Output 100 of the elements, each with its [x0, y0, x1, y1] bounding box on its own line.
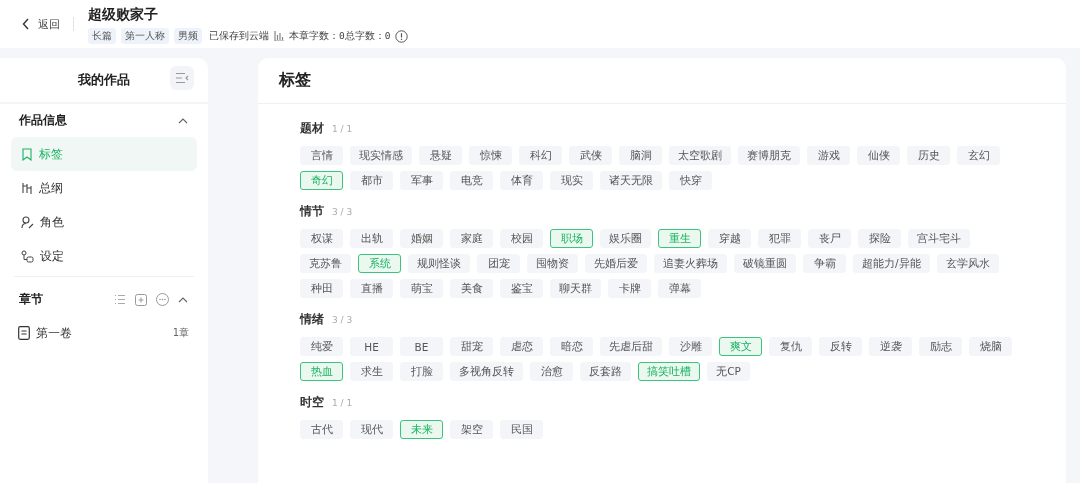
- tag-option[interactable]: BE: [400, 337, 443, 356]
- more-icon[interactable]: [156, 293, 169, 306]
- tag-option[interactable]: 言情: [300, 146, 343, 165]
- tag-option[interactable]: 脑洞: [619, 146, 662, 165]
- tag-option[interactable]: 鉴宝: [500, 279, 543, 298]
- word-count: 本章字数：0总字数：0: [289, 29, 391, 43]
- category-title: 时空: [300, 394, 324, 411]
- tag-option[interactable]: 民国: [500, 420, 543, 439]
- tag-option[interactable]: 穿越: [708, 229, 751, 248]
- genre-chip: 男频: [174, 28, 202, 44]
- chevron-up-icon[interactable]: [178, 117, 188, 124]
- selection-count: 3 / 3: [332, 315, 353, 325]
- tag-option[interactable]: HE: [350, 337, 393, 356]
- tag-option[interactable]: 规则怪谈: [408, 254, 470, 273]
- section-title: 作品信息: [19, 112, 67, 129]
- tag-option[interactable]: 现实情感: [350, 146, 412, 165]
- add-icon[interactable]: [135, 293, 147, 306]
- category-title: 情绪: [300, 311, 324, 328]
- tag-option[interactable]: 复仇: [769, 337, 812, 356]
- tag-option[interactable]: 反转: [819, 337, 862, 356]
- tag-option[interactable]: 游戏: [807, 146, 850, 165]
- selection-count: 3 / 3: [332, 207, 353, 217]
- tag-option[interactable]: 校园: [500, 229, 543, 248]
- selection-count: 1 / 1: [332, 124, 353, 134]
- tag-option[interactable]: 娱乐圈: [600, 229, 651, 248]
- tag-option[interactable]: 惊悚: [469, 146, 512, 165]
- tag-option[interactable]: 克苏鲁: [300, 254, 351, 273]
- tag-option[interactable]: 求生: [350, 362, 393, 381]
- collapse-icon: [175, 72, 189, 84]
- tag-option[interactable]: 囤物资: [527, 254, 578, 273]
- bar-chart-icon: [274, 31, 284, 41]
- tag-option[interactable]: 无CP: [707, 362, 750, 381]
- tag-option[interactable]: 励志: [919, 337, 962, 356]
- tag-option[interactable]: 虐恋: [500, 337, 543, 356]
- tag-option[interactable]: 破镜重圆: [734, 254, 796, 273]
- tag-option[interactable]: 沙雕: [669, 337, 712, 356]
- tag-option[interactable]: 历史: [907, 146, 950, 165]
- tag-option[interactable]: 太空歌剧: [669, 146, 731, 165]
- nodes-icon: [21, 249, 34, 263]
- tag-option[interactable]: 犯罪: [758, 229, 801, 248]
- tag-option[interactable]: 美食: [450, 279, 493, 298]
- tag-option[interactable]: 追妻火葬场: [654, 254, 727, 273]
- tag-option[interactable]: 聊天群: [550, 279, 601, 298]
- tag-option[interactable]: 萌宝: [400, 279, 443, 298]
- sidebar-item[interactable]: 角色: [11, 205, 197, 239]
- tag-option[interactable]: 打脸: [400, 362, 443, 381]
- tag-option[interactable]: 电竞: [450, 171, 493, 190]
- tag-option[interactable]: 宫斗宅斗: [908, 229, 970, 248]
- tag-option[interactable]: 快穿: [669, 171, 712, 190]
- save-status: 已保存到云端: [209, 29, 269, 43]
- tag-option[interactable]: 种田: [300, 279, 343, 298]
- tag-option[interactable]: 团宠: [477, 254, 520, 273]
- collapse-sidebar-button[interactable]: [170, 66, 194, 90]
- tag-option[interactable]: 争霸: [803, 254, 846, 273]
- tag-option[interactable]: 玄幻: [957, 146, 1000, 165]
- sidebar-item[interactable]: 设定: [11, 239, 197, 273]
- tag-option[interactable]: 卡牌: [608, 279, 651, 298]
- tag-option[interactable]: 架空: [450, 420, 493, 439]
- sidebar-item[interactable]: 总纲: [11, 171, 197, 205]
- tag-option[interactable]: 婚姻: [400, 229, 443, 248]
- tag-option[interactable]: 超能力/异能: [853, 254, 930, 273]
- category-title: 情节: [300, 203, 324, 220]
- tag-option[interactable]: 先虐后甜: [600, 337, 662, 356]
- tag-option[interactable]: 悬疑: [419, 146, 462, 165]
- tag-option[interactable]: 弹幕: [658, 279, 701, 298]
- tag-option[interactable]: 现实: [550, 171, 593, 190]
- tag-option[interactable]: 甜宠: [450, 337, 493, 356]
- tag-option[interactable]: 诸天无限: [600, 171, 662, 190]
- tag-option[interactable]: 纯爱: [300, 337, 343, 356]
- tag-option[interactable]: 科幻: [519, 146, 562, 165]
- info-icon[interactable]: [395, 29, 409, 43]
- tag-option[interactable]: 家庭: [450, 229, 493, 248]
- tag-option[interactable]: 多视角反转: [450, 362, 523, 381]
- genre-chip: 第一人称: [121, 28, 169, 44]
- tag-option[interactable]: 古代: [300, 420, 343, 439]
- tag-option[interactable]: 赛博朋克: [738, 146, 800, 165]
- list-icon[interactable]: [114, 294, 126, 305]
- tag-option[interactable]: 仙侠: [857, 146, 900, 165]
- tag-option[interactable]: 暗恋: [550, 337, 593, 356]
- tag-option[interactable]: 治愈: [530, 362, 573, 381]
- tag-option[interactable]: 玄学风水: [936, 254, 999, 273]
- tag-option[interactable]: 出轨: [350, 229, 393, 248]
- tag-option[interactable]: 军事: [400, 171, 443, 190]
- tag-option[interactable]: 体育: [500, 171, 543, 190]
- sidebar-item[interactable]: 第一卷 1章: [11, 316, 197, 350]
- tag-option[interactable]: 权谋: [300, 229, 343, 248]
- tag-option[interactable]: 武侠: [569, 146, 612, 165]
- tag-option[interactable]: 反套路: [580, 362, 631, 381]
- tag-option[interactable]: 丧尸: [808, 229, 851, 248]
- chevron-up-icon[interactable]: [178, 296, 188, 303]
- back-button[interactable]: 返回: [22, 16, 60, 32]
- tag-option[interactable]: 直播: [350, 279, 393, 298]
- section-title: 章节: [19, 291, 43, 308]
- tag-option[interactable]: 烧脑: [969, 337, 1012, 356]
- tag-option[interactable]: 现代: [350, 420, 393, 439]
- sidebar-title: 我的作品: [78, 71, 130, 89]
- tag-option[interactable]: 都市: [350, 171, 393, 190]
- tag-option[interactable]: 先婚后爱: [585, 254, 647, 273]
- tag-option[interactable]: 探险: [858, 229, 901, 248]
- tag-option[interactable]: 逆袭: [869, 337, 912, 356]
